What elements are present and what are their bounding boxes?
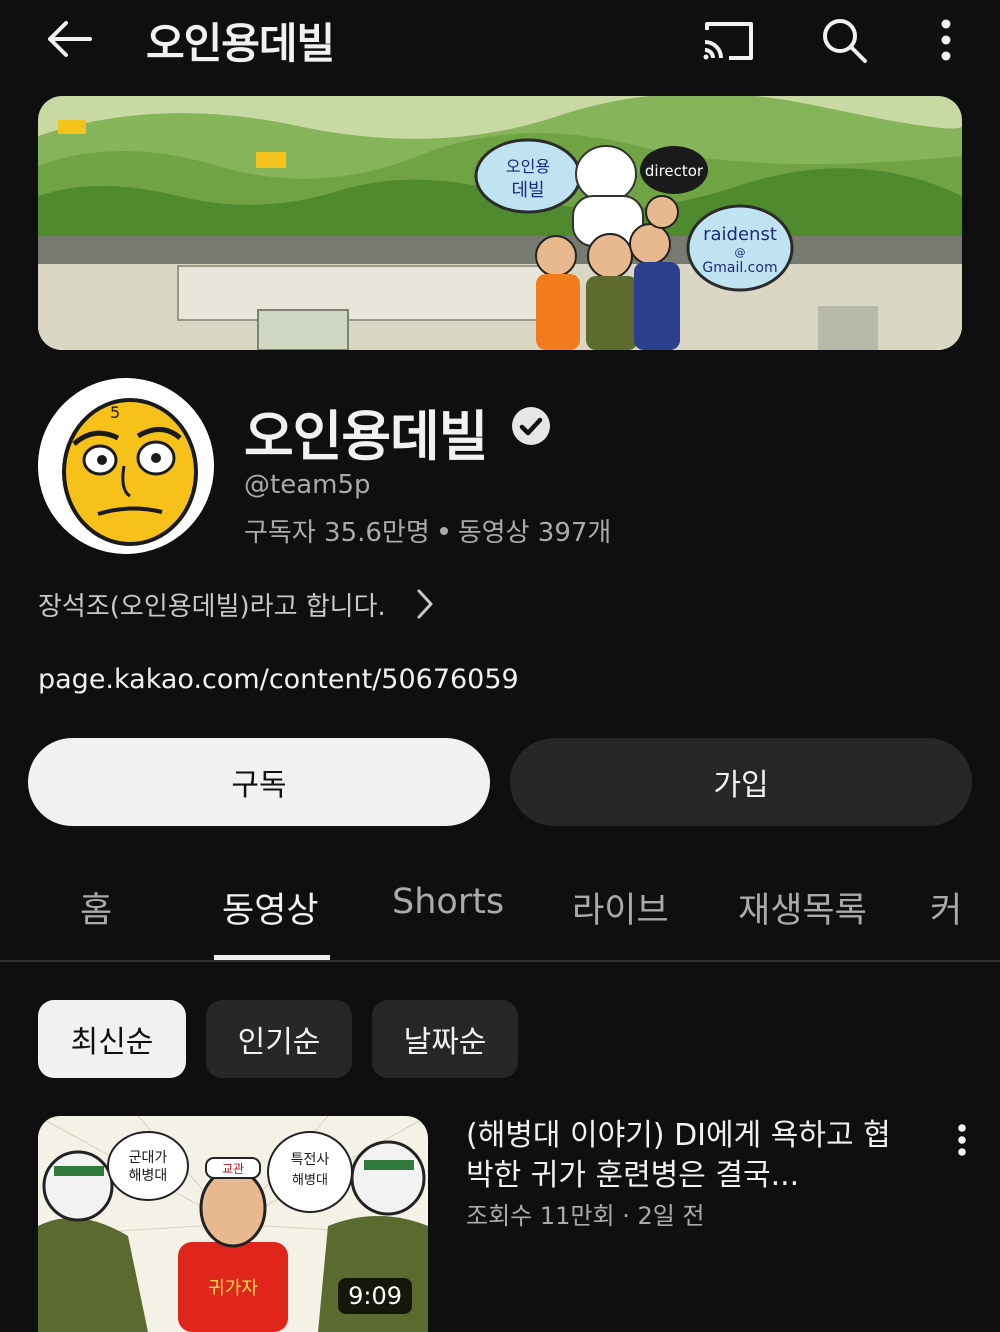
- video-duration: 9:09: [338, 1278, 412, 1314]
- channel-link[interactable]: page.kakao.com/content/50676059: [38, 664, 519, 695]
- sort-chip-popular[interactable]: 인기순: [206, 1000, 352, 1078]
- tab-community[interactable]: 커: [930, 882, 962, 933]
- channel-banner: 오인용 데빌 director raidenst @ Gmail.com: [38, 96, 962, 350]
- video-more-button[interactable]: [942, 1120, 982, 1160]
- back-arrow-icon: [48, 21, 92, 57]
- thumb-bubble-1-line1: 군대가: [129, 1150, 168, 1166]
- channel-avatar[interactable]: 5: [38, 378, 214, 554]
- video-count: 동영상 397개: [457, 518, 612, 548]
- banner-bubble-email-1: raidenst: [703, 224, 777, 245]
- channel-name: 오인용데빌: [244, 405, 488, 468]
- back-button[interactable]: [40, 14, 96, 64]
- subscriber-count: 구독자 35.6만명: [244, 518, 430, 548]
- more-vert-icon: [958, 1124, 966, 1156]
- cast-button[interactable]: [700, 12, 756, 68]
- banner-bubble-email-3: Gmail.com: [702, 260, 777, 276]
- sort-chip-oldest[interactable]: 날짜순: [372, 1000, 518, 1078]
- top-app-bar: 오인용데빌: [0, 0, 1000, 80]
- video-title[interactable]: (해병대 이야기) DI에게 욕하고 협박한 귀가 훈련병은 결국...: [466, 1116, 906, 1196]
- tab-home[interactable]: 홈: [80, 882, 112, 933]
- chevron-right-icon: [417, 589, 433, 619]
- video-thumbnail[interactable]: 군대가 해병대 특전사 해병대 교관 귀가자 9:09: [38, 1116, 428, 1332]
- avatar-face-illustration: 5: [38, 378, 214, 554]
- thumb-bubble-2-line1: 특전사: [291, 1152, 330, 1168]
- banner-bubble-director: director: [645, 162, 704, 180]
- tab-shorts[interactable]: Shorts: [392, 882, 504, 922]
- thumb-shirt-label: 귀가자: [208, 1278, 258, 1299]
- video-meta: 조회수 11만회 · 2일 전: [466, 1202, 705, 1230]
- channel-handle: @team5p: [244, 470, 371, 500]
- channel-description-row[interactable]: 장석조(오인용데빌)라고 합니다.: [38, 584, 434, 624]
- thumb-cap-label: 교관: [222, 1162, 244, 1176]
- channel-description: 장석조(오인용데빌)라고 합니다.: [38, 591, 386, 622]
- cast-icon: [703, 22, 753, 60]
- svg-text:5: 5: [110, 403, 120, 422]
- banner-bubble-left-line2: 데빌: [511, 180, 544, 201]
- active-tab-indicator: [214, 955, 330, 960]
- channel-stats: 구독자 35.6만명 동영상 397개: [244, 512, 611, 549]
- tab-live[interactable]: 라이브: [572, 882, 669, 933]
- verified-badge-icon: [512, 407, 550, 445]
- subscribe-button[interactable]: 구독: [28, 738, 490, 826]
- more-vert-icon: [941, 19, 951, 61]
- thumb-bubble-1-line2: 해병대: [129, 1168, 168, 1184]
- banner-bubble-left-line1: 오인용: [506, 157, 550, 176]
- banner-illustration: 오인용 데빌 director raidenst @ Gmail.com: [38, 96, 962, 350]
- sort-chip-latest[interactable]: 최신순: [38, 1000, 186, 1078]
- tab-playlists[interactable]: 재생목록: [738, 882, 867, 933]
- channel-tabs: 홈 동영상 Shorts 라이브 재생목록 커: [0, 862, 1000, 962]
- separator-dot: [439, 526, 448, 535]
- thumb-bubble-2-line2: 해병대: [292, 1173, 328, 1188]
- page-title: 오인용데빌: [146, 19, 335, 68]
- search-icon: [823, 19, 867, 63]
- banner-bubble-email-2: @: [735, 246, 746, 259]
- more-options-button[interactable]: [918, 12, 974, 68]
- join-button[interactable]: 가입: [510, 738, 972, 826]
- tab-videos[interactable]: 동영상: [222, 882, 319, 933]
- search-button[interactable]: [816, 12, 872, 68]
